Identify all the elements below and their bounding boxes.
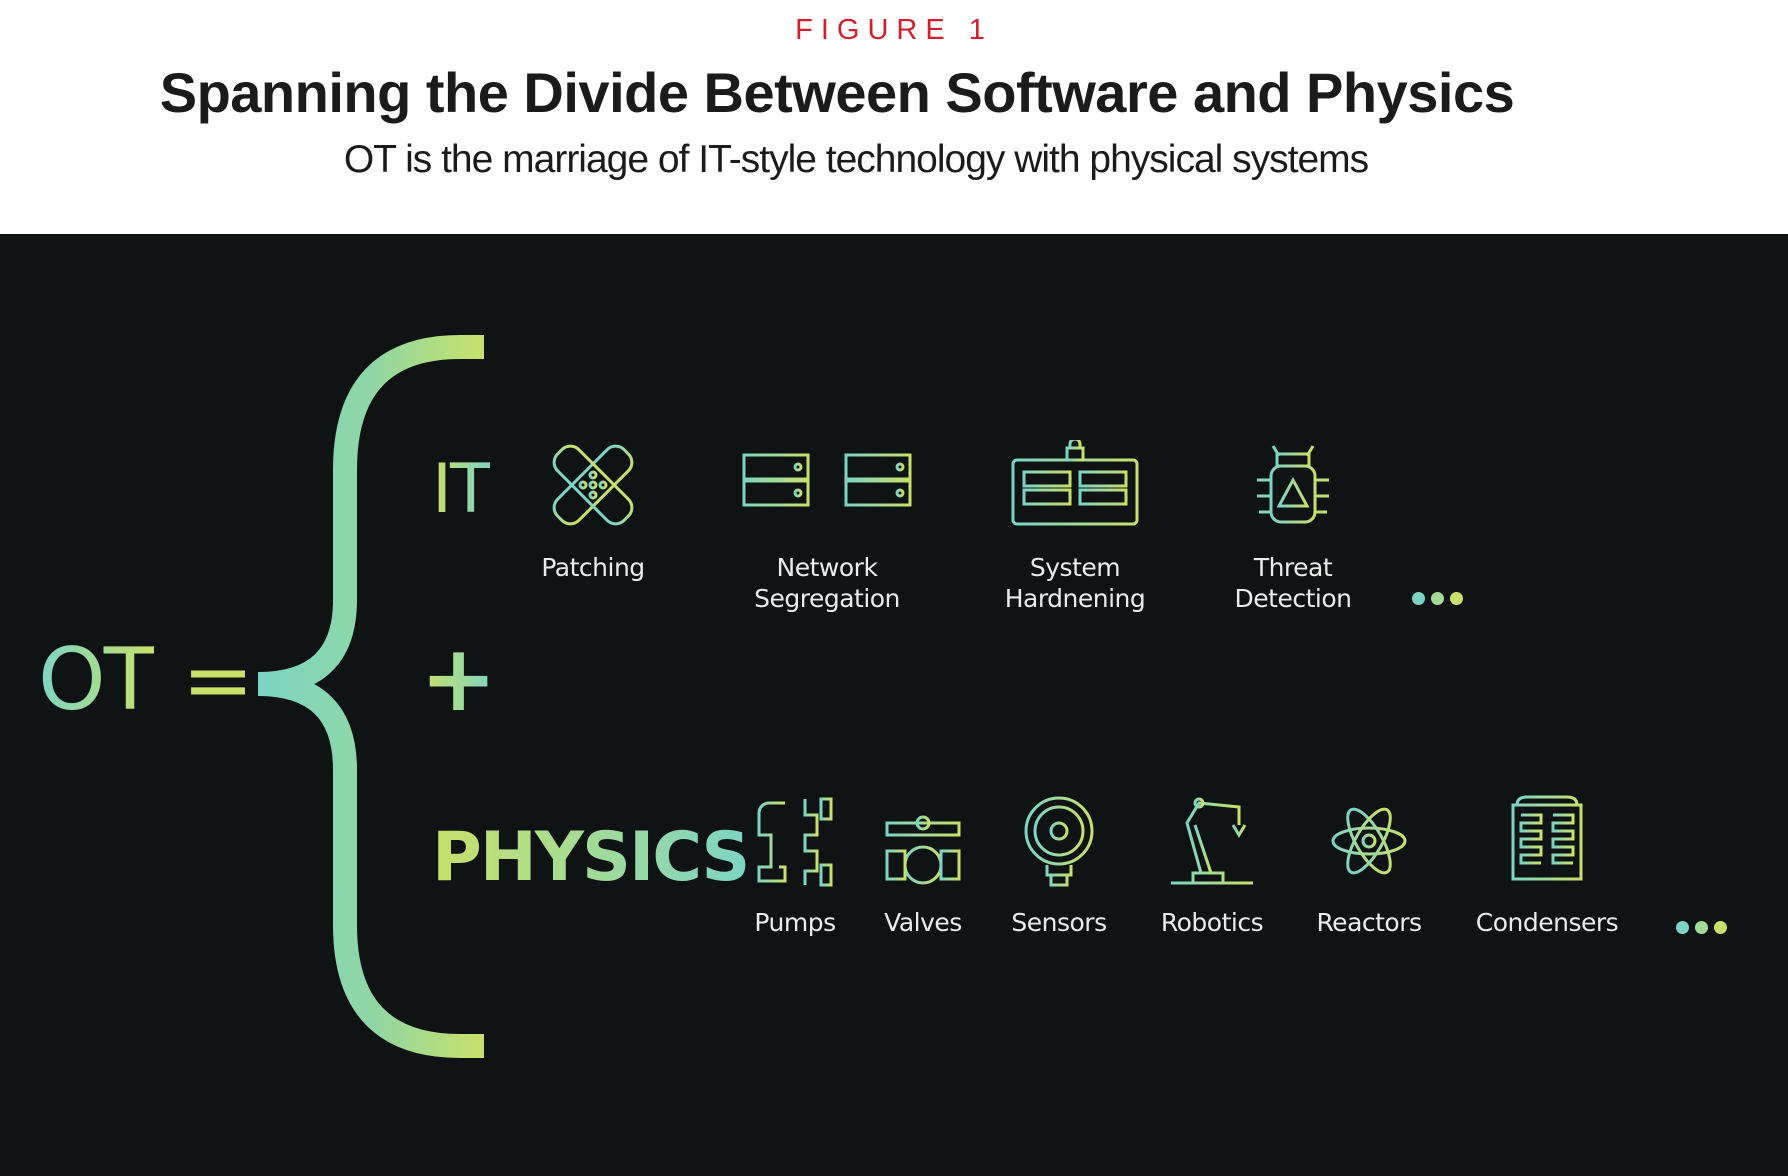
item-label: Threat Detection <box>1234 553 1352 613</box>
dot <box>1431 592 1444 605</box>
item-label: Network Segregation <box>754 553 900 613</box>
locked-server-icon <box>1011 440 1139 526</box>
it-item-patching: Patching <box>483 440 703 583</box>
plus-sign: + <box>420 625 498 732</box>
server-racks-icon <box>742 442 912 522</box>
ot-label: OT <box>38 630 156 730</box>
dot <box>1676 921 1689 934</box>
it-item-threat-detection: Threat Detection <box>1183 440 1403 614</box>
dot <box>1412 592 1425 605</box>
it-item-network-segregation: Network Segregation <box>717 440 937 614</box>
more-physics-items-ellipsis <box>1676 921 1727 934</box>
condenser-icon <box>1511 795 1583 881</box>
equals-sign: = <box>182 630 255 730</box>
physics-item-condensers: Condensers <box>1437 795 1657 938</box>
item-label: Condensers <box>1475 908 1619 937</box>
atom-icon <box>1331 807 1407 875</box>
bug-warning-icon <box>1257 445 1329 524</box>
more-it-items-ellipsis <box>1412 592 1463 605</box>
item-label: Patching <box>541 553 645 582</box>
it-label: IT <box>432 450 492 529</box>
dot <box>1450 592 1463 605</box>
robot-arm-icon <box>1171 797 1253 885</box>
dot <box>1695 921 1708 934</box>
dot <box>1714 921 1727 934</box>
it-item-system-hardening: System Hardnening <box>965 440 1185 614</box>
bandage-icon <box>552 444 634 526</box>
gauge-sensor-icon <box>1024 796 1094 887</box>
item-label: System Hardnening <box>1004 553 1146 613</box>
